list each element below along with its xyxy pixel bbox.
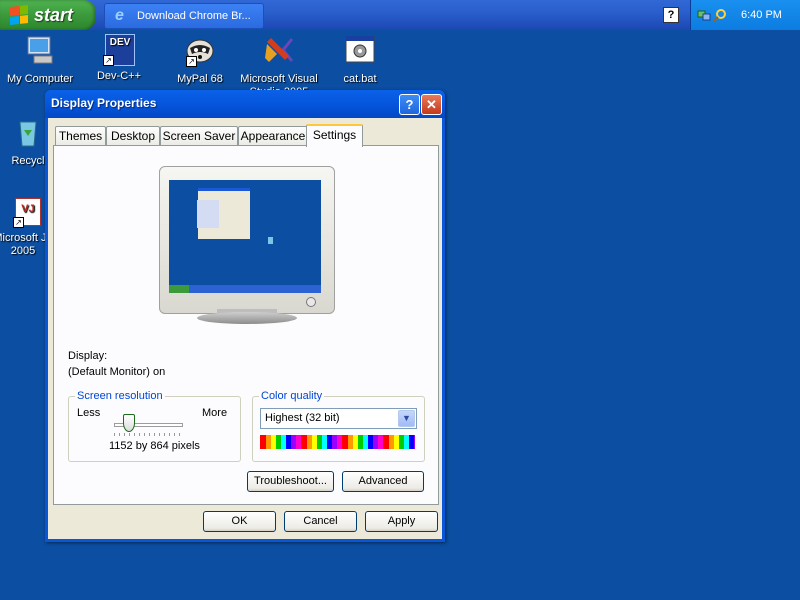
dialog-titlebar[interactable]: Display Properties ? ✕ — [45, 90, 445, 118]
taskbar-item-chrome-download[interactable]: e Download Chrome Br... — [104, 3, 264, 29]
dialog-client-area: Themes Desktop Screen Saver Appearance S… — [48, 118, 442, 539]
preview-taskbar — [169, 285, 321, 293]
preview-recycle-bin-icon — [268, 237, 273, 244]
batch-file-icon — [345, 35, 375, 63]
monitor-preview — [159, 166, 335, 314]
internet-explorer-icon: e — [115, 7, 124, 24]
desktop-icon-label: Microsoft Visual Studio 2005 — [240, 73, 318, 98]
desktop-icon-label: My Computer — [6, 73, 74, 85]
monitor-power-icon — [306, 297, 316, 307]
network-icon[interactable] — [697, 8, 711, 22]
color-spectrum-bar — [260, 435, 415, 449]
desktop-icon-my-computer[interactable]: My Computer — [0, 34, 80, 85]
desktop-icon-visual-studio[interactable]: Microsoft Visual Studio 2005 — [239, 34, 319, 98]
tab-settings[interactable]: Settings — [306, 124, 363, 147]
preview-window-sidebar — [197, 200, 219, 228]
chevron-down-icon[interactable]: ▼ — [398, 410, 415, 427]
windows-logo-icon — [10, 5, 28, 25]
desktop-icon-label: cat.bat — [343, 73, 377, 85]
desktop-icon-label: MyPal 68 — [177, 73, 223, 85]
resolution-value: 1152 by 864 pixels — [109, 440, 200, 452]
taskbar-item-label: Download Chrome Br... — [137, 10, 251, 22]
monitor-stand — [197, 312, 297, 324]
troubleshoot-button[interactable]: Troubleshoot... — [247, 471, 334, 492]
computer-icon — [27, 36, 53, 64]
color-quality-select[interactable]: Highest (32 bit) ▼ — [260, 408, 417, 429]
shortcut-arrow-icon: ↗ — [186, 56, 197, 67]
more-label: More — [202, 407, 228, 419]
resolution-slider-ticks — [114, 433, 181, 436]
advanced-button[interactable]: Advanced — [342, 471, 424, 492]
tab-desktop[interactable]: Desktop — [106, 126, 160, 145]
tab-appearance[interactable]: Appearance — [238, 126, 308, 145]
cancel-button[interactable]: Cancel — [284, 511, 357, 532]
screen-resolution-group: Screen resolution Less More 1152 by 864 … — [68, 390, 241, 462]
less-label: Less — [77, 407, 101, 419]
vj-icon: VJ ↗ — [7, 196, 41, 228]
start-button[interactable]: start — [0, 0, 96, 30]
dialog-title: Display Properties — [51, 96, 157, 110]
color-quality-title: Color quality — [259, 390, 325, 402]
clock: 6:40 PM — [741, 9, 782, 21]
start-label: start — [34, 4, 74, 25]
tab-screen-saver[interactable]: Screen Saver — [160, 126, 238, 145]
settings-tab-page: Display: (Default Monitor) on Screen res… — [53, 145, 439, 505]
recycle-bin-icon — [19, 121, 37, 147]
color-quality-group: Color quality Highest (32 bit) ▼ — [252, 390, 425, 462]
ok-button[interactable]: OK — [203, 511, 276, 532]
taskbar: start e Download Chrome Br... ? 6:40 PM — [0, 0, 800, 30]
resolution-slider-thumb[interactable] — [122, 414, 135, 432]
tab-themes[interactable]: Themes — [55, 126, 106, 145]
help-button[interactable]: ? — [399, 94, 420, 115]
display-properties-dialog: Display Properties ? ✕ Themes Desktop Sc… — [45, 90, 445, 542]
close-button[interactable]: ✕ — [421, 94, 442, 115]
visual-studio-icon — [265, 38, 293, 62]
help-icon[interactable]: ? — [663, 7, 679, 23]
shortcut-arrow-icon: ↗ — [13, 217, 24, 228]
preview-start-button — [169, 285, 189, 293]
display-label: Display: — [68, 350, 108, 362]
shortcut-arrow-icon: ↗ — [103, 55, 114, 66]
desktop-icon-label: Dev-C++ — [96, 70, 142, 82]
system-tray: 6:40 PM — [690, 0, 800, 30]
devcpp-icon: DEV ↗ — [103, 34, 135, 66]
desktop-icon-mypal[interactable]: ↗ MyPal 68 — [160, 34, 240, 85]
monitor-screen — [169, 180, 321, 293]
search-icon[interactable] — [713, 8, 727, 22]
desktop-icon-cat-bat[interactable]: cat.bat — [320, 34, 400, 85]
screen-resolution-title: Screen resolution — [75, 390, 165, 402]
color-quality-value: Highest (32 bit) — [265, 412, 340, 424]
display-value: (Default Monitor) on — [68, 366, 166, 378]
apply-button[interactable]: Apply — [365, 511, 438, 532]
desktop-icon-dev-cpp[interactable]: DEV ↗ Dev-C++ — [79, 34, 159, 82]
